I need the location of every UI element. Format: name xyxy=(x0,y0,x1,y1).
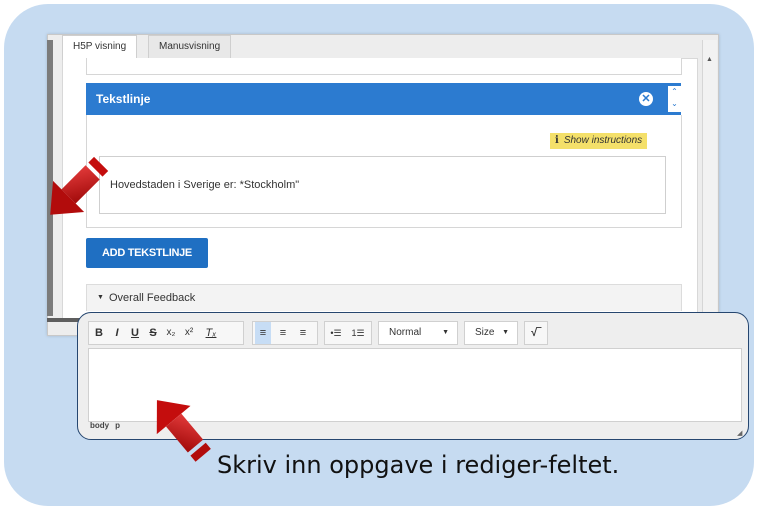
scrollbar[interactable] xyxy=(702,40,717,316)
chevron-down-icon: ▼ xyxy=(442,329,449,336)
tab-h5p-visning[interactable]: H5P visning xyxy=(62,35,138,60)
scroll-up-icon[interactable]: ▲ xyxy=(706,56,713,63)
bold-button[interactable]: B xyxy=(91,322,107,344)
text-style-group: B I U S x₂ x² Tₓ xyxy=(88,321,244,345)
path-p[interactable]: p xyxy=(115,421,120,430)
show-instructions-button[interactable]: i Show instructions xyxy=(550,133,648,149)
alignment-group: ≡ ≡ ≡ xyxy=(252,321,318,345)
size-select-value: Size xyxy=(475,327,495,338)
panel-title: Tekstlinje xyxy=(96,92,151,106)
instruction-caption: Skriv inn oppgave i rediger-feltet. xyxy=(217,451,620,479)
path-body[interactable]: body xyxy=(90,421,109,430)
show-instructions-label: Show instructions xyxy=(563,135,643,146)
reorder-arrows-icon[interactable]: ⌃ ⌄ xyxy=(668,86,681,112)
close-icon[interactable]: ✕ xyxy=(639,92,653,106)
list-group: •☰ 1☰ xyxy=(324,321,372,345)
editor-toolbar: B I U S x₂ x² Tₓ ≡ ≡ ≡ •☰ 1☰ Normal ▼ Si… xyxy=(78,313,748,347)
clear-format-button[interactable]: Tₓ xyxy=(203,322,219,344)
resize-handle-icon[interactable]: ◢ xyxy=(737,429,742,437)
red-arrow-icon xyxy=(156,400,211,462)
superscript-button[interactable]: x² xyxy=(181,322,197,344)
textline-value: Hovedstaden i Sverige er: *Stockholm" xyxy=(110,179,300,191)
format-select[interactable]: Normal ▼ xyxy=(378,321,458,345)
align-left-icon[interactable]: ≡ xyxy=(255,322,271,344)
add-textline-button[interactable]: ADD TEKSTLINJE xyxy=(86,238,208,268)
overall-feedback-label: Overall Feedback xyxy=(109,292,196,304)
italic-button[interactable]: I xyxy=(109,322,125,344)
size-select[interactable]: Size ▼ xyxy=(464,321,518,345)
tab-manusvisning[interactable]: Manusvisning xyxy=(148,35,232,58)
math-group: √‾ xyxy=(524,321,548,345)
chevron-down-icon: ▼ xyxy=(502,329,509,336)
numbered-list-icon[interactable]: 1☰ xyxy=(350,322,366,344)
overall-feedback-header[interactable]: ▼ Overall Feedback xyxy=(86,284,682,311)
format-select-value: Normal xyxy=(389,327,422,338)
red-arrow-icon xyxy=(50,156,109,215)
previous-field-box xyxy=(86,58,682,75)
element-path: body p xyxy=(90,421,126,430)
textline-panel-header[interactable]: Tekstlinje ✕ ⌃ ⌄ xyxy=(86,83,681,115)
textline-input[interactable]: Hovedstaden i Sverige er: *Stockholm" xyxy=(99,156,666,214)
strikethrough-button[interactable]: S xyxy=(145,322,161,344)
underline-button[interactable]: U xyxy=(127,322,143,344)
info-icon: i xyxy=(555,135,559,146)
caret-down-icon: ▼ xyxy=(97,294,104,301)
align-center-icon[interactable]: ≡ xyxy=(275,322,291,344)
align-right-icon[interactable]: ≡ xyxy=(295,322,311,344)
subscript-button[interactable]: x₂ xyxy=(163,322,179,344)
math-formula-button[interactable]: √‾ xyxy=(528,322,544,344)
bulleted-list-icon[interactable]: •☰ xyxy=(328,322,344,344)
